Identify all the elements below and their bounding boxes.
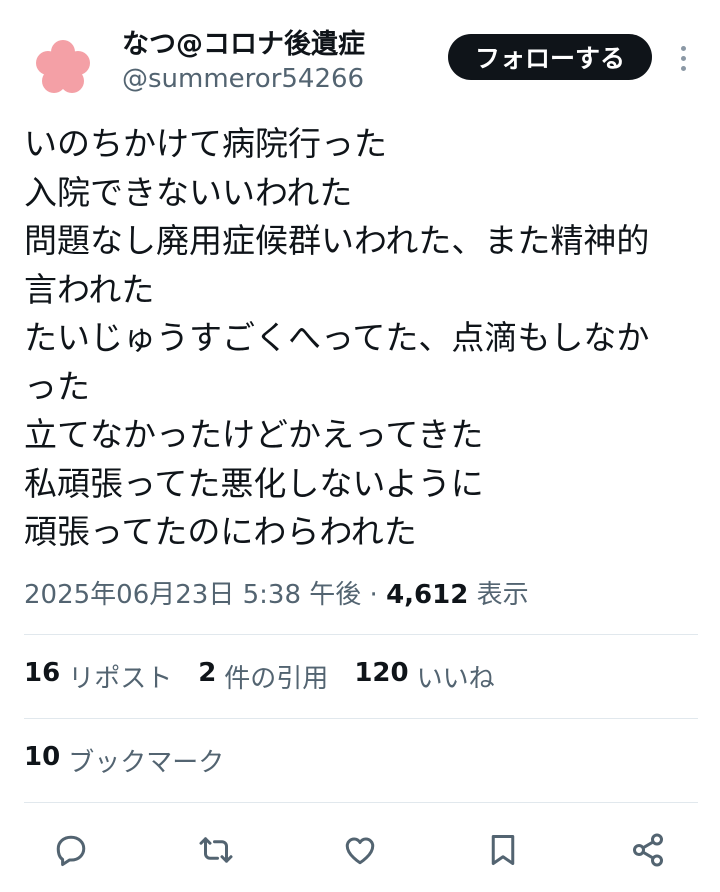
quotes-stat[interactable]: 2 件の引用 <box>198 658 328 695</box>
user-handle[interactable]: @summeror54266 <box>122 64 364 94</box>
reposts-stat[interactable]: 16 リポスト <box>24 658 172 695</box>
bookmark-icon <box>491 835 515 865</box>
tweet-line: 言われた <box>24 269 155 309</box>
engagement-stats: 16 リポスト 2 件の引用 120 いいね <box>24 658 495 695</box>
likes-stat[interactable]: 120 いいね <box>354 658 494 695</box>
tweet-line: 入院できないいわれた <box>24 172 353 212</box>
likes-count: 120 <box>354 658 409 688</box>
tweet-text: いのちかけて病院行った 入院できないいわれた 問題なし廃用症候群いわれた、また精… <box>24 120 714 557</box>
timestamp[interactable]: 2025年06月23日 5:38 午後 <box>24 580 361 610</box>
likes-label: いいね <box>416 664 495 694</box>
avatar[interactable] <box>34 38 92 96</box>
quotes-label: 件の引用 <box>224 664 329 694</box>
tweet-line: った <box>24 366 90 406</box>
share-button[interactable] <box>626 828 670 872</box>
tweet-header: なつ@コロナ後遺症 @summeror54266 フォローする <box>0 0 720 110</box>
reply-icon <box>56 835 86 867</box>
tweet-line: いのちかけて病院行った <box>24 124 387 163</box>
reply-button[interactable] <box>49 828 93 872</box>
flower-avatar-icon <box>36 40 90 93</box>
meta-separator: · <box>369 580 378 610</box>
bookmark-button[interactable] <box>481 828 525 872</box>
like-icon <box>345 837 375 865</box>
tweet-line: 立てなかったけどかえってきた <box>24 415 484 454</box>
tweet-line: たいじゅうすごくへってた、点滴もしなか <box>24 318 650 357</box>
follow-button[interactable]: フォローする <box>448 34 652 80</box>
like-button[interactable] <box>338 828 382 872</box>
tweet-line: 問題なし廃用症候群いわれた、また精神的 <box>24 221 650 260</box>
more-options-icon[interactable] <box>670 38 696 78</box>
tweet-line: 私頑張ってた悪化しないように <box>24 463 484 503</box>
quotes-count: 2 <box>198 658 217 688</box>
divider <box>24 634 698 635</box>
tweet-line: 頑張ってたのにわらわれた <box>24 512 417 551</box>
views-count: 4,612 <box>386 580 469 610</box>
repost-button[interactable] <box>194 828 238 872</box>
bookmarks-stat[interactable]: 10 ブックマーク <box>24 742 224 779</box>
bookmarks-count: 10 <box>24 742 61 772</box>
divider <box>24 802 698 803</box>
share-icon <box>633 833 663 867</box>
display-name[interactable]: なつ@コロナ後遺症 <box>122 22 365 61</box>
views-label: 表示 <box>476 580 529 610</box>
divider <box>24 718 698 719</box>
action-bar <box>0 820 720 880</box>
reposts-count: 16 <box>24 658 61 688</box>
tweet-meta: 2025年06月23日 5:38 午後 · 4,612 表示 <box>24 574 529 611</box>
bookmarks-label: ブックマーク <box>68 748 225 778</box>
reposts-label: リポスト <box>68 664 173 694</box>
repost-icon <box>199 837 233 863</box>
